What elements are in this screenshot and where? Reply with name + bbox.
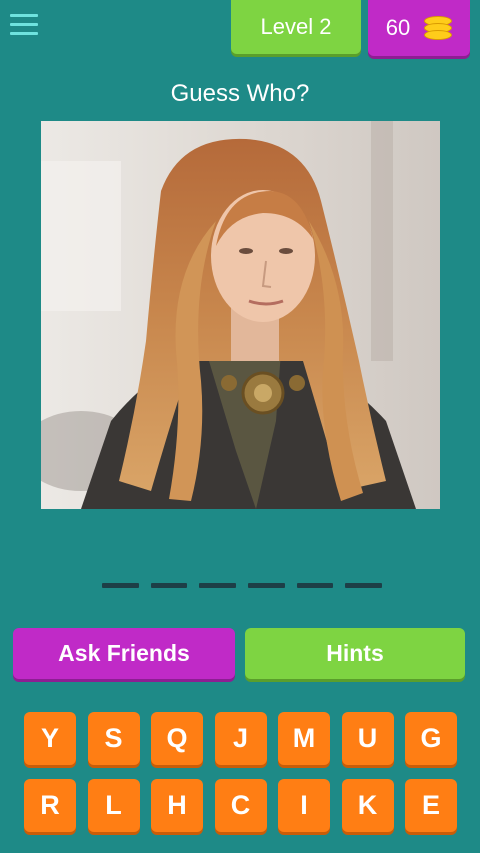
answer-slot[interactable] [150, 583, 188, 588]
letter-key[interactable]: M [278, 712, 330, 765]
level-label: Level 2 [260, 14, 332, 39]
letter-key[interactable]: L [87, 779, 140, 832]
answer-slot[interactable] [199, 583, 237, 588]
answer-slot[interactable] [345, 583, 383, 588]
answer-slot[interactable] [248, 583, 285, 588]
letter-key[interactable]: E [405, 779, 457, 832]
letter-key[interactable]: H [151, 779, 203, 832]
question-title: Guess Who? [170, 80, 310, 107]
ask-friends-label: Ask Friends [58, 640, 190, 666]
coins-badge[interactable]: 60 [368, 0, 470, 56]
hints-label: Hints [326, 640, 384, 666]
hints-button[interactable]: Hints [245, 628, 465, 679]
ask-friends-button[interactable]: Ask Friends [13, 628, 235, 679]
menu-icon[interactable] [10, 14, 38, 40]
letter-key[interactable]: Q [151, 712, 203, 765]
coin-stack-icon [424, 16, 453, 40]
letter-key[interactable]: I [278, 779, 330, 832]
answer-slots[interactable] [102, 583, 383, 589]
letter-key[interactable]: S [87, 712, 140, 765]
letter-key[interactable]: C [214, 779, 267, 832]
letter-key[interactable]: G [405, 712, 457, 765]
answer-slot[interactable] [102, 583, 139, 588]
answer-slot[interactable] [296, 583, 334, 588]
letter-key[interactable]: K [341, 779, 394, 832]
letter-key[interactable]: R [24, 779, 76, 832]
coins-count: 60 [385, 15, 411, 40]
letter-key[interactable]: U [341, 712, 394, 765]
level-badge: Level 2 [231, 0, 361, 54]
letter-key[interactable]: J [214, 712, 267, 765]
letter-key[interactable]: Y [24, 712, 76, 765]
character-photo [41, 121, 440, 509]
